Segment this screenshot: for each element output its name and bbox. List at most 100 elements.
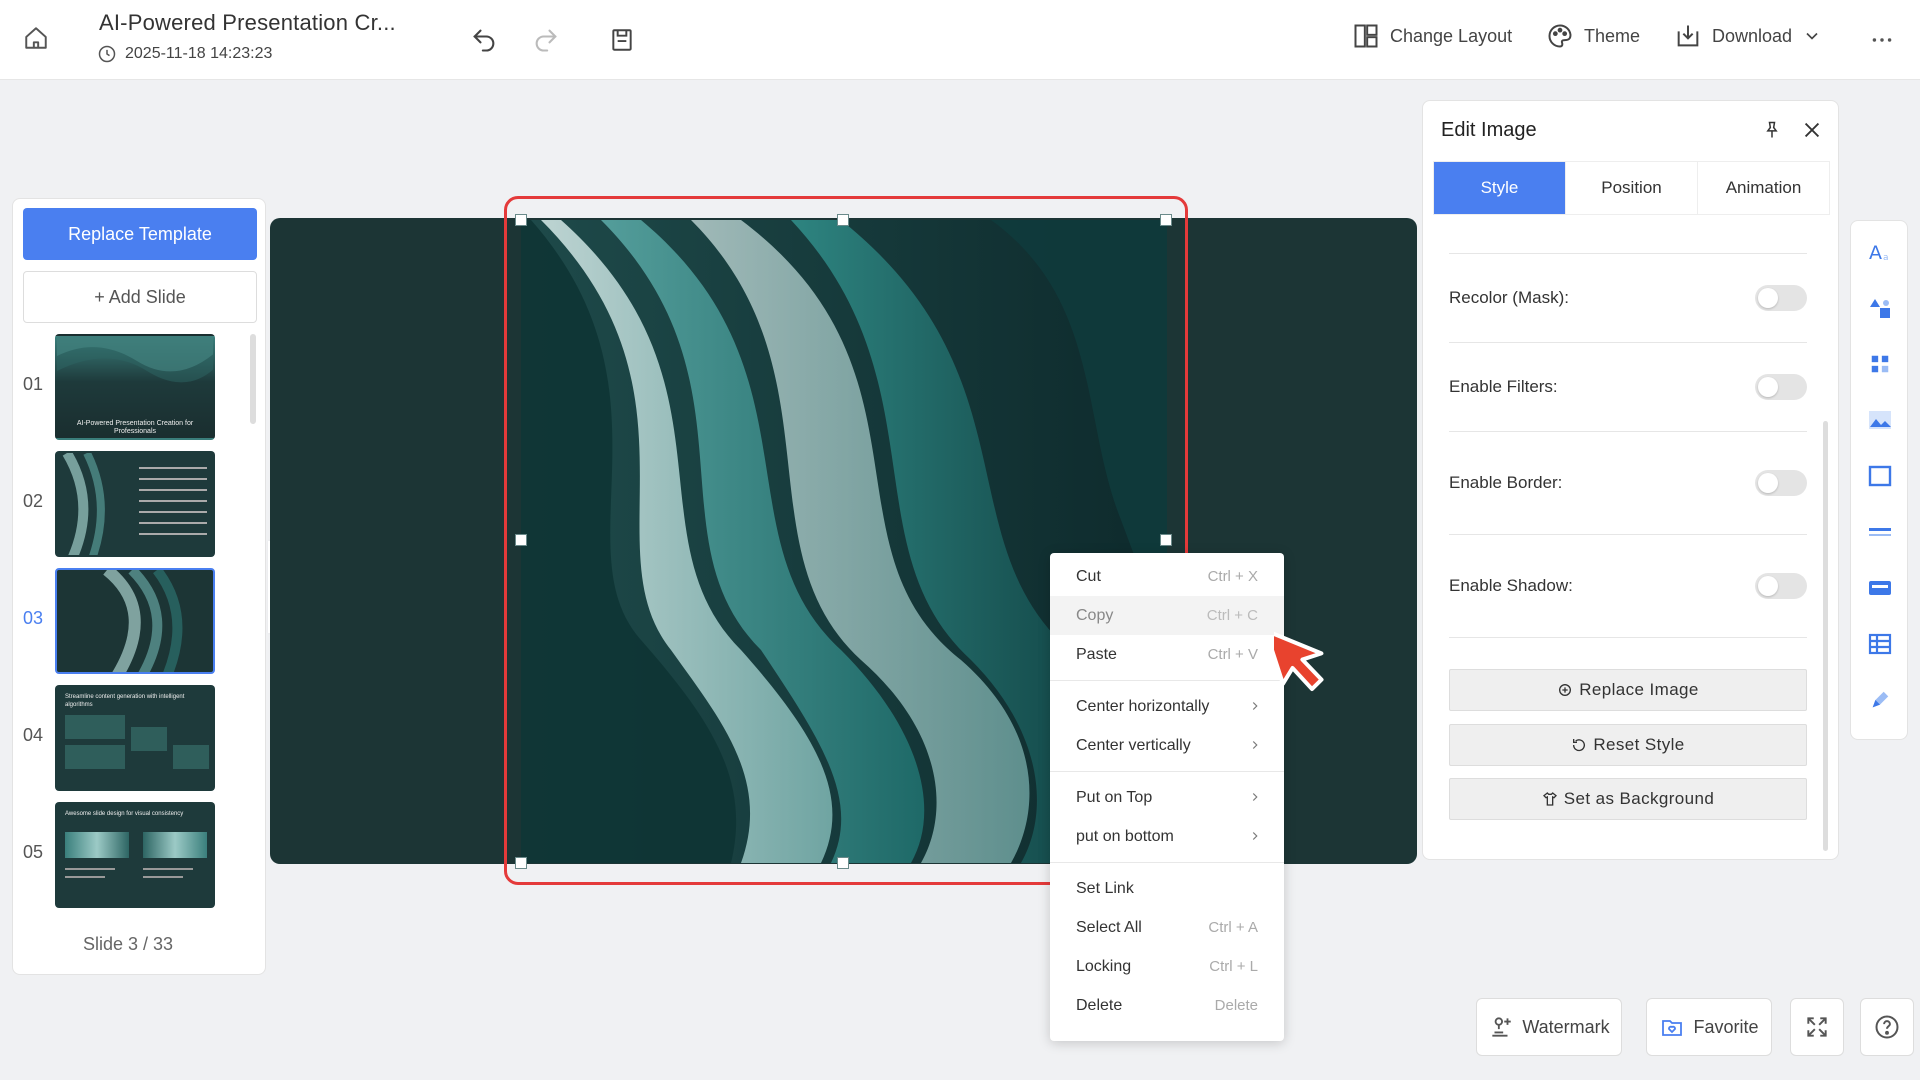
watermark-icon xyxy=(1492,1017,1512,1037)
shirt-icon xyxy=(1542,792,1557,806)
menu-item-copy[interactable]: Copy Ctrl + C xyxy=(1050,596,1284,635)
folder-heart-icon xyxy=(1662,1020,1683,1036)
set-background-button[interactable]: Set as Background xyxy=(1449,778,1807,820)
shadow-toggle[interactable] xyxy=(1755,573,1807,599)
edit-image-panel: Edit Image Style Position Animation Reco… xyxy=(1422,100,1839,860)
menu-divider xyxy=(1050,680,1284,681)
favorite-label: Favorite xyxy=(1693,1016,1759,1037)
locking-shortcut: Ctrl + L xyxy=(1209,958,1258,975)
download-button[interactable]: Download xyxy=(1674,22,1822,50)
card-icon[interactable] xyxy=(1865,573,1895,603)
border-toggle[interactable] xyxy=(1755,470,1807,496)
change-layout-button[interactable]: Change Layout xyxy=(1352,22,1512,50)
frame-icon[interactable] xyxy=(1865,461,1895,491)
panel-scrollbar[interactable] xyxy=(1823,421,1828,851)
divider xyxy=(1449,253,1807,254)
menu-item-select-all[interactable]: Select All Ctrl + A xyxy=(1050,908,1284,947)
slide-thumbnail[interactable]: AI-Powered Presentation Creation for Pro… xyxy=(55,334,215,440)
table-icon[interactable] xyxy=(1865,629,1895,659)
replace-image-button[interactable]: Replace Image xyxy=(1449,669,1807,711)
fullscreen-icon[interactable] xyxy=(1790,998,1844,1056)
save-icon[interactable] xyxy=(602,20,642,60)
history-icon xyxy=(98,45,116,63)
add-slide-button[interactable]: + Add Slide xyxy=(23,271,257,323)
slide-caption: AI-Powered Presentation Creation for Pro… xyxy=(76,420,194,435)
resize-handle-tl[interactable] xyxy=(515,214,527,226)
slide-number: 03 xyxy=(23,608,44,628)
recolor-label: Recolor (Mask): xyxy=(1449,288,1569,307)
copy-label: Copy xyxy=(1076,606,1114,624)
document-title[interactable]: AI-Powered Presentation Cr... xyxy=(99,10,396,36)
tab-position[interactable]: Position xyxy=(1565,162,1697,214)
menu-divider xyxy=(1050,771,1284,772)
divider xyxy=(1449,637,1807,638)
recolor-row: Recolor (Mask): xyxy=(1449,283,1807,313)
grid-icon[interactable] xyxy=(1865,349,1895,379)
home-icon[interactable] xyxy=(18,20,54,56)
slide-thumbnail[interactable]: Streamline content generation with intel… xyxy=(55,685,215,791)
slide-thumbnail-active[interactable] xyxy=(55,568,215,674)
slide-thumbnail[interactable]: Awesome slide design for visual consiste… xyxy=(55,802,215,908)
save-timestamp: 2025-11-18 14:23:23 xyxy=(97,44,272,64)
menu-item-cut[interactable]: Cut Ctrl + X xyxy=(1050,557,1284,596)
redo-icon[interactable] xyxy=(526,20,566,60)
theme-label: Theme xyxy=(1584,25,1641,46)
center-v-label: Center vertically xyxy=(1076,736,1191,754)
menu-item-delete[interactable]: Delete Delete xyxy=(1050,986,1284,1025)
slide-thumbnail[interactable] xyxy=(55,451,215,557)
chevron-right-icon xyxy=(1252,793,1258,801)
menu-item-center-horizontally[interactable]: Center horizontally xyxy=(1050,687,1284,726)
menu-item-locking[interactable]: Locking Ctrl + L xyxy=(1050,947,1284,986)
put-bottom-label: put on bottom xyxy=(1076,827,1174,845)
resize-handle-mr[interactable] xyxy=(1160,534,1172,546)
undo-icon[interactable] xyxy=(464,20,504,60)
resize-handle-ml[interactable] xyxy=(515,534,527,546)
text-icon[interactable]: Aa xyxy=(1865,237,1895,267)
filters-row: Enable Filters: xyxy=(1449,372,1807,402)
center-h-label: Center horizontally xyxy=(1076,697,1210,715)
resize-handle-bc[interactable] xyxy=(837,857,849,869)
pointer-cursor-icon xyxy=(1274,628,1324,692)
pin-icon[interactable] xyxy=(1757,115,1787,145)
slide-thumbnail-row: 03 xyxy=(13,568,267,676)
reset-style-button[interactable]: Reset Style xyxy=(1449,724,1807,766)
download-label: Download xyxy=(1712,25,1793,46)
shapes-icon[interactable] xyxy=(1865,293,1895,323)
menu-item-put-on-top[interactable]: Put on Top xyxy=(1050,778,1284,817)
favorite-button[interactable]: Favorite xyxy=(1646,998,1772,1056)
recolor-toggle[interactable] xyxy=(1755,285,1807,311)
tab-animation[interactable]: Animation xyxy=(1697,162,1829,214)
theme-button[interactable]: Theme xyxy=(1546,22,1640,50)
border-row: Enable Border: xyxy=(1449,468,1807,498)
thumbnail-scrollbar[interactable] xyxy=(250,334,256,424)
watermark-button[interactable]: Watermark xyxy=(1476,998,1622,1056)
line-icon[interactable] xyxy=(1865,517,1895,547)
edit-tabs: Style Position Animation xyxy=(1433,161,1830,215)
close-icon[interactable] xyxy=(1797,115,1827,145)
help-icon[interactable] xyxy=(1860,998,1914,1056)
resize-handle-bl[interactable] xyxy=(515,857,527,869)
menu-item-put-on-bottom[interactable]: put on bottom xyxy=(1050,817,1284,856)
pen-icon[interactable] xyxy=(1865,685,1895,715)
chevron-right-icon xyxy=(1252,741,1258,749)
divider xyxy=(1449,431,1807,432)
filters-toggle[interactable] xyxy=(1755,374,1807,400)
menu-item-paste[interactable]: Paste Ctrl + V xyxy=(1050,635,1284,674)
cut-label: Cut xyxy=(1076,567,1101,585)
divider xyxy=(1449,534,1807,535)
slide-number: 01 xyxy=(23,374,44,394)
resize-handle-tr[interactable] xyxy=(1160,214,1172,226)
replace-template-button[interactable]: Replace Template xyxy=(23,208,257,260)
replace-icon xyxy=(1559,684,1572,696)
insert-toolbar: Aa xyxy=(1850,220,1908,740)
more-options-icon[interactable] xyxy=(1862,20,1902,60)
menu-item-center-vertically[interactable]: Center vertically xyxy=(1050,726,1284,765)
image-icon[interactable] xyxy=(1865,405,1895,435)
shadow-row: Enable Shadow: xyxy=(1449,571,1807,601)
menu-item-set-link[interactable]: Set Link xyxy=(1050,869,1284,908)
slide-number: 02 xyxy=(23,491,44,511)
resize-handle-tc[interactable] xyxy=(837,214,849,226)
tab-style[interactable]: Style xyxy=(1434,162,1565,214)
paste-shortcut: Ctrl + V xyxy=(1207,646,1258,663)
paste-label: Paste xyxy=(1076,645,1117,663)
